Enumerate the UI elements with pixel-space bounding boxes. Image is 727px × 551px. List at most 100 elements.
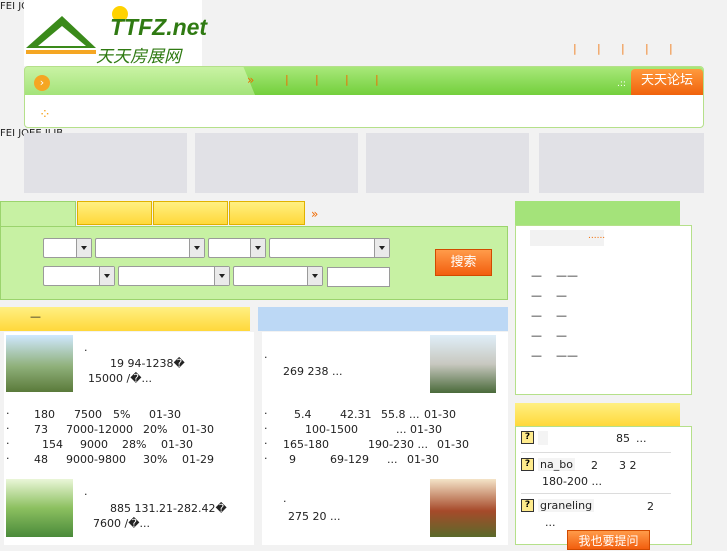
nav-arrows: » (247, 73, 255, 87)
cell-b: 9000 (80, 438, 108, 451)
type-select[interactable] (208, 238, 266, 258)
qa-more[interactable]: ... (636, 432, 647, 445)
list-item[interactable]: — — (531, 306, 578, 326)
cell-b: 190-230 ... (368, 438, 428, 451)
district-select[interactable] (43, 238, 92, 258)
table-row[interactable]: . 9 69-129 ... 01-30 (264, 449, 504, 468)
top-link[interactable]: | (645, 42, 669, 55)
list-item[interactable]: — —— (531, 266, 578, 286)
header-dash: — (30, 310, 41, 323)
search-tab[interactable] (77, 201, 152, 225)
top-link[interactable]: | (597, 42, 621, 55)
search-tab[interactable] (229, 201, 305, 225)
cell-b: 9000-9800 (66, 453, 126, 466)
dotted-grid-icon: ⁘ (39, 107, 51, 123)
cell-a: 48 (34, 453, 48, 466)
cell-date: 01-30 (407, 453, 439, 466)
list-item[interactable]: — — (531, 326, 578, 346)
listing-rows: . 180 7500 5% 01-30 . 73 7000-12000 20% … (6, 404, 250, 468)
question-icon: ? (521, 431, 534, 444)
logo-tagline: 天天房展网 (96, 47, 181, 67)
listing-photo[interactable] (6, 479, 73, 537)
decor-select[interactable] (233, 266, 323, 286)
nav-home-tab[interactable] (25, 67, 255, 95)
listing-info[interactable]: 275 20 ... (288, 510, 340, 523)
arrow-right-icon[interactable]: › (34, 75, 50, 91)
item-dash: — (556, 289, 567, 302)
item-dash: —— (556, 269, 578, 282)
qa-count: 2 (647, 500, 654, 513)
price-select[interactable] (269, 238, 390, 258)
list-dot: . (84, 341, 88, 354)
table-row[interactable]: . 48 9000-9800 30% 01-29 (6, 449, 250, 468)
list-item[interactable]: — — (531, 286, 578, 306)
cell-c: 30% (143, 453, 168, 466)
nav-sep: | (315, 73, 319, 86)
site-logo[interactable]: TTFZ.net 天天房展网 (24, 0, 207, 67)
list-dot: . (264, 434, 268, 447)
cell-b: 7000-12000 (66, 423, 133, 436)
banner-ad[interactable] (195, 133, 358, 193)
cell-a: 180 (34, 408, 55, 421)
size-select[interactable] (118, 266, 230, 286)
table-row[interactable]: . 154 9000 28% 01-30 (6, 434, 250, 453)
item-dash: — (556, 309, 567, 322)
qa-count: 85 (616, 432, 630, 445)
table-row[interactable]: . 5.4 42.31 55.8 ... 01-30 (264, 404, 504, 423)
question-icon: ? (521, 458, 534, 471)
cell-c: 20% (143, 423, 168, 436)
area-select[interactable] (95, 238, 205, 258)
list-dot: . (264, 419, 268, 432)
table-row[interactable]: . 100-1500 ... 01-30 (264, 419, 504, 438)
list-dot: . (6, 434, 10, 447)
list-item[interactable]: — —— (531, 346, 578, 366)
nav-dots: .:: (617, 79, 626, 89)
table-row[interactable]: . 180 7500 5% 01-30 (6, 404, 250, 423)
more-link[interactable]: ...... (588, 231, 605, 241)
item-dash: — (531, 329, 542, 342)
room-select[interactable] (43, 266, 115, 286)
search-tab[interactable] (153, 201, 228, 225)
cell-a: 100-1500 (305, 423, 358, 436)
banner-ad[interactable] (366, 133, 529, 193)
search-button[interactable]: 搜索 (435, 249, 492, 276)
listing-info[interactable]: 19 94-1238� (110, 357, 185, 370)
list-dot: . (6, 419, 10, 432)
table-row[interactable]: . 73 7000-12000 20% 01-30 (6, 419, 250, 438)
qa-detail[interactable]: ... (545, 516, 556, 529)
search-tab-active[interactable] (0, 201, 76, 227)
divider (521, 452, 671, 453)
qa-header (515, 403, 680, 426)
listing-info[interactable]: 269 238 ... (283, 365, 342, 378)
top-link[interactable]: | (573, 42, 597, 55)
listing-photo[interactable] (430, 335, 496, 393)
ask-question-button[interactable]: 我也要提问 (567, 530, 650, 550)
qa-user[interactable]: graneling (538, 499, 595, 512)
cell-c: ... (387, 453, 398, 466)
top-link[interactable]: | (669, 42, 693, 55)
top-links: | | | | | (573, 42, 693, 55)
cell-a: 165-180 (283, 438, 329, 451)
listing-photo[interactable] (6, 335, 73, 392)
cell-a: 73 (34, 423, 48, 436)
table-row[interactable]: . 165-180 190-230 ... 01-30 (264, 434, 504, 453)
cell-b: 7500 (74, 408, 102, 421)
list-dot: . (283, 492, 287, 505)
cell-c: ... 01-30 (396, 423, 442, 436)
divider (521, 493, 671, 494)
banner-ad[interactable] (24, 133, 187, 193)
cell-date: 01-30 (182, 423, 214, 436)
forum-button[interactable]: 天天论坛 (631, 69, 703, 95)
qa-detail[interactable]: 180-200 ... (542, 475, 602, 488)
banner-ad[interactable] (539, 133, 704, 193)
qa-user[interactable] (538, 431, 548, 445)
keyword-input[interactable] (327, 267, 390, 287)
top-link[interactable]: | (621, 42, 645, 55)
cell-b: 42.31 (340, 408, 372, 421)
cell-c: 28% (122, 438, 147, 451)
qa-count2: 3 2 (619, 459, 637, 472)
listing-photo[interactable] (430, 479, 496, 537)
qa-user[interactable]: na_bo (538, 458, 575, 471)
listing-info[interactable]: 885 131.21-282.42� (110, 502, 227, 515)
search-tab-more[interactable]: » (311, 207, 318, 221)
